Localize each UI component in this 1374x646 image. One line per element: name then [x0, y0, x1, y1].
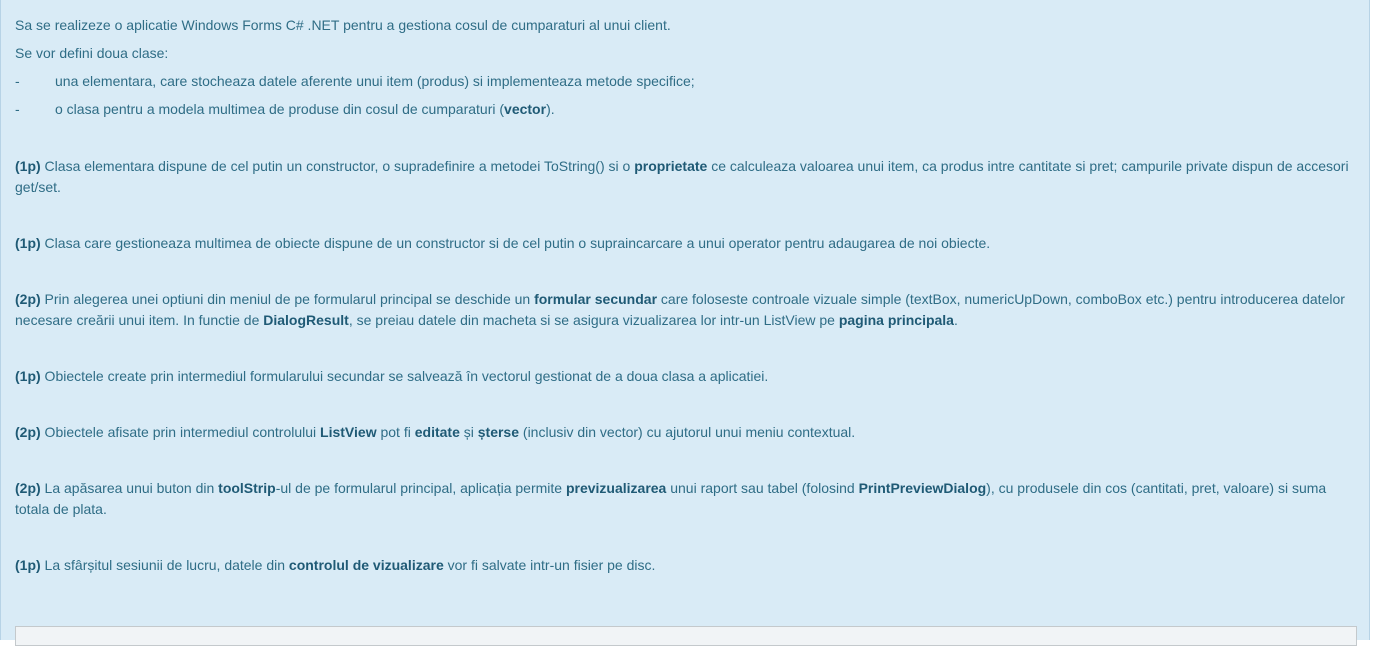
bullet-dash: -: [15, 101, 20, 117]
intro-line-1: Sa se realizeze o aplicatie Windows Form…: [15, 17, 671, 33]
requirement-2: (1p) Clasa care gestioneaza multimea de …: [15, 233, 1359, 254]
keyword-controlul-de-vizualizare: controlul de vizualizare: [288, 557, 444, 573]
points-badge: (2p): [15, 424, 41, 440]
requirement-5: (2p) Obiectele afisate prin intermediul …: [15, 422, 1359, 443]
bullet-dash: -: [15, 73, 20, 89]
requirement-text: La apăsarea unui buton din: [40, 480, 219, 496]
keyword-toolstrip: toolStrip: [218, 480, 276, 496]
bullet-text-after: ).: [546, 101, 555, 117]
requirement-text: (inclusiv din vector) cu ajutorul unui m…: [519, 424, 856, 440]
points-badge: (1p): [15, 368, 41, 384]
submission-box[interactable]: [15, 626, 1357, 646]
requirement-1: (1p) Clasa elementara dispune de cel put…: [15, 156, 1359, 198]
requirement-text: Obiectele afisate prin intermediul contr…: [40, 424, 321, 440]
points-badge: (1p): [15, 557, 41, 573]
points-badge: (2p): [15, 480, 41, 496]
requirement-text: Obiectele create prin intermediul formul…: [40, 368, 769, 384]
bullet-item-element-class: - una elementara, care stocheaza datele …: [15, 71, 1359, 99]
keyword-editate: editate: [414, 424, 460, 440]
requirement-text: Prin alegerea unei optiuni din meniul de…: [40, 291, 535, 307]
points-badge: (1p): [15, 235, 41, 251]
points-badge: (2p): [15, 291, 41, 307]
assignment-panel: Sa se realizeze o aplicatie Windows Form…: [0, 0, 1370, 646]
requirement-6: (2p) La apăsarea unui buton din toolStri…: [15, 478, 1359, 520]
keyword-vector: vector: [504, 101, 547, 117]
keyword-printpreviewdialog: PrintPreviewDialog: [858, 480, 987, 496]
assignment-content: Sa se realizeze o aplicatie Windows Form…: [15, 15, 1359, 573]
requirement-3: (2p) Prin alegerea unei optiuni din meni…: [15, 289, 1359, 331]
requirement-text: vor fi salvate intr-un fisier pe disc.: [443, 557, 656, 573]
keyword-previzualizarea: previzualizarea: [565, 480, 667, 496]
points-badge: (1p): [15, 158, 41, 174]
requirement-7: (1p) La sfârșitul sesiunii de lucru, dat…: [15, 555, 1359, 576]
keyword-listview: ListView: [320, 424, 377, 440]
requirement-text: -ul de pe formularul principal, aplicați…: [275, 480, 566, 496]
requirement-text: Clasa care gestioneaza multimea de obiec…: [40, 235, 991, 251]
requirement-text: și: [459, 424, 478, 440]
keyword-pagina-principala: pagina principala: [838, 312, 954, 328]
bullet-text: una elementara, care stocheaza datele af…: [55, 73, 695, 89]
bullet-text-before: o clasa pentru a modela multimea de prod…: [55, 101, 505, 117]
keyword-dialogresult: DialogResult: [263, 312, 349, 328]
bullet-item-collection-class: - o clasa pentru a modela multimea de pr…: [15, 99, 1359, 127]
requirement-text: La sfârșitul sesiunii de lucru, datele d…: [40, 557, 289, 573]
requirement-text: pot fi: [376, 424, 415, 440]
requirement-text: , se preiau datele din macheta si se asi…: [348, 312, 839, 328]
keyword-proprietate: proprietate: [634, 158, 708, 174]
keyword-sterse: șterse: [477, 424, 520, 440]
bullet-text: o clasa pentru a modela multimea de prod…: [55, 99, 555, 120]
requirement-4: (1p) Obiectele create prin intermediul f…: [15, 366, 1359, 387]
intro-line-2: Se vor defini doua clase:: [15, 45, 169, 61]
keyword-formular-secundar: formular secundar: [534, 291, 658, 307]
requirement-text: .: [953, 312, 958, 328]
requirement-text: Clasa elementara dispune de cel putin un…: [40, 158, 635, 174]
requirement-text: unui raport sau tabel (folosind: [666, 480, 859, 496]
